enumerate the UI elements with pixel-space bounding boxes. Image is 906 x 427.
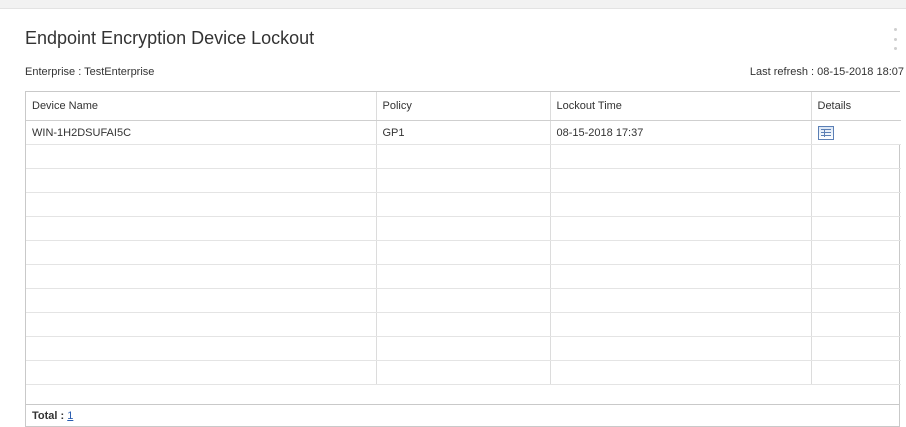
top-strip bbox=[0, 0, 906, 9]
cell-device-name: WIN-1H2DSUFAI5C bbox=[26, 120, 377, 145]
empty-row bbox=[26, 336, 901, 361]
total-count-link[interactable]: 1 bbox=[67, 410, 73, 422]
cell-lockout-time: 08-15-2018 17:37 bbox=[550, 120, 812, 145]
total-label: Total : bbox=[32, 410, 68, 422]
column-header-device-name[interactable]: Device Name bbox=[26, 92, 377, 121]
widget-menu-icon[interactable] bbox=[892, 28, 898, 50]
table-row[interactable]: WIN-1H2DSUFAI5C GP1 08-15-2018 17:37 bbox=[26, 120, 901, 145]
column-header-policy[interactable]: Policy bbox=[376, 92, 551, 121]
empty-row bbox=[26, 264, 901, 289]
column-header-details[interactable]: Details bbox=[811, 92, 901, 121]
column-header-lockout-time[interactable]: Lockout Time bbox=[550, 92, 812, 121]
empty-row bbox=[26, 192, 901, 217]
lockout-table: Device Name Policy Lockout Time Details … bbox=[25, 91, 901, 427]
empty-row bbox=[26, 168, 901, 193]
widget-title: Endpoint Encryption Device Lockout bbox=[25, 28, 315, 48]
empty-row bbox=[26, 312, 901, 337]
cell-details bbox=[811, 120, 901, 145]
empty-row bbox=[26, 288, 901, 313]
empty-row bbox=[26, 216, 901, 241]
details-grid-icon[interactable] bbox=[817, 125, 834, 140]
table-footer: Total : 1 bbox=[26, 404, 899, 426]
empty-row bbox=[26, 360, 901, 385]
enterprise-label: Enterprise : TestEnterprise bbox=[25, 66, 155, 78]
cell-policy: GP1 bbox=[376, 120, 551, 145]
device-lockout-widget: Endpoint Encryption Device Lockout Enter… bbox=[9, 14, 904, 427]
last-refresh-label: Last refresh : 08-15-2018 18:07 bbox=[749, 66, 904, 78]
empty-row bbox=[26, 240, 901, 265]
empty-row bbox=[26, 144, 901, 169]
table-header-row: Device Name Policy Lockout Time Details bbox=[26, 92, 901, 121]
